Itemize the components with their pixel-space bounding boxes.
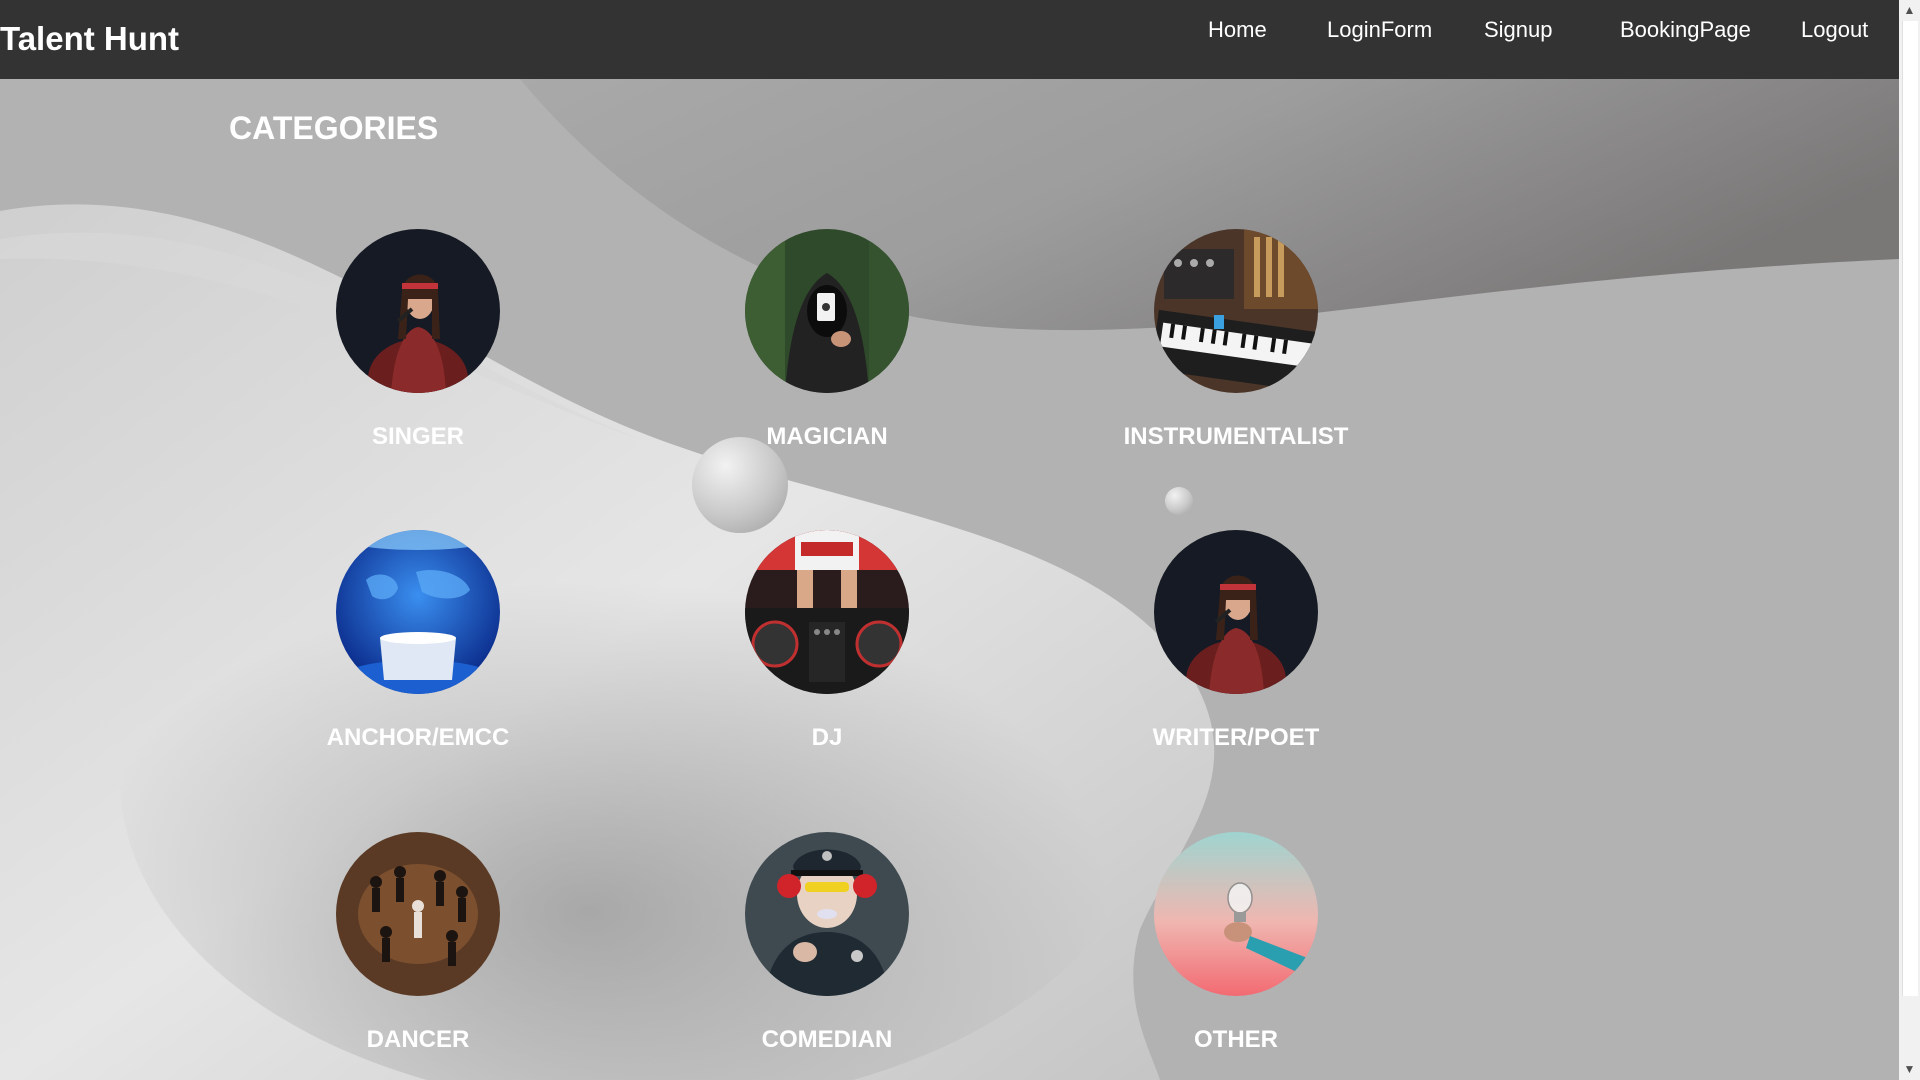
- nav-link-bookingpage[interactable]: BookingPage: [1620, 17, 1751, 43]
- category-label: DANCER: [366, 1026, 470, 1053]
- background-wave: [0, 79, 1899, 1080]
- category-card-singer[interactable]: SINGER: [298, 229, 538, 451]
- singer-photo-icon: [336, 229, 500, 393]
- scroll-up-icon[interactable]: ▲: [1899, 0, 1920, 21]
- nav-link-signup[interactable]: Signup: [1484, 17, 1553, 43]
- category-label: COMEDIAN: [761, 1026, 893, 1053]
- category-label: DJ: [811, 724, 843, 751]
- category-card-dancer[interactable]: DANCER: [298, 832, 538, 1054]
- category-card-anchor[interactable]: ANCHOR/EMCC: [298, 530, 538, 752]
- other-photo-icon: [1154, 832, 1318, 996]
- nav-link-loginform[interactable]: LoginForm: [1327, 17, 1432, 43]
- comedian-photo-icon: [745, 832, 909, 996]
- category-card-dj[interactable]: DJ: [707, 530, 947, 752]
- instrumentalist-photo-icon: [1154, 229, 1318, 393]
- category-label: MAGICIAN: [766, 423, 888, 450]
- decorative-sphere-large: [692, 437, 788, 533]
- category-label: ANCHOR/EMCC: [326, 724, 510, 751]
- scrollbar-thumb[interactable]: [1902, 21, 1918, 996]
- category-label: SINGER: [371, 423, 464, 450]
- vertical-scrollbar[interactable]: ▲ ▼: [1899, 0, 1920, 1080]
- dancer-photo-icon: [336, 832, 500, 996]
- navbar: Talent Hunt Home LoginForm Signup Bookin…: [0, 0, 1899, 79]
- category-card-other[interactable]: OTHER: [1116, 832, 1356, 1054]
- category-card-writer-poet[interactable]: WRITER/POET: [1116, 530, 1356, 752]
- anchor-photo-icon: [336, 530, 500, 694]
- page-title: CATEGORIES: [229, 110, 439, 146]
- category-card-instrumentalist[interactable]: INSTRUMENTALIST: [1116, 229, 1356, 451]
- category-card-comedian[interactable]: COMEDIAN: [707, 832, 947, 1054]
- category-label: INSTRUMENTALIST: [1123, 423, 1349, 450]
- magician-photo-icon: [745, 229, 909, 393]
- category-label: WRITER/POET: [1152, 724, 1320, 751]
- brand-logo[interactable]: Talent Hunt: [0, 20, 179, 58]
- category-card-magician[interactable]: MAGICIAN: [707, 229, 947, 451]
- decorative-sphere-small: [1165, 487, 1193, 515]
- nav-link-logout[interactable]: Logout: [1801, 17, 1868, 43]
- category-label: OTHER: [1194, 1026, 1278, 1053]
- nav-link-home[interactable]: Home: [1208, 17, 1267, 43]
- writer-poet-photo-icon: [1154, 530, 1318, 694]
- scroll-down-icon[interactable]: ▼: [1899, 1059, 1920, 1080]
- dj-photo-icon: [745, 530, 909, 694]
